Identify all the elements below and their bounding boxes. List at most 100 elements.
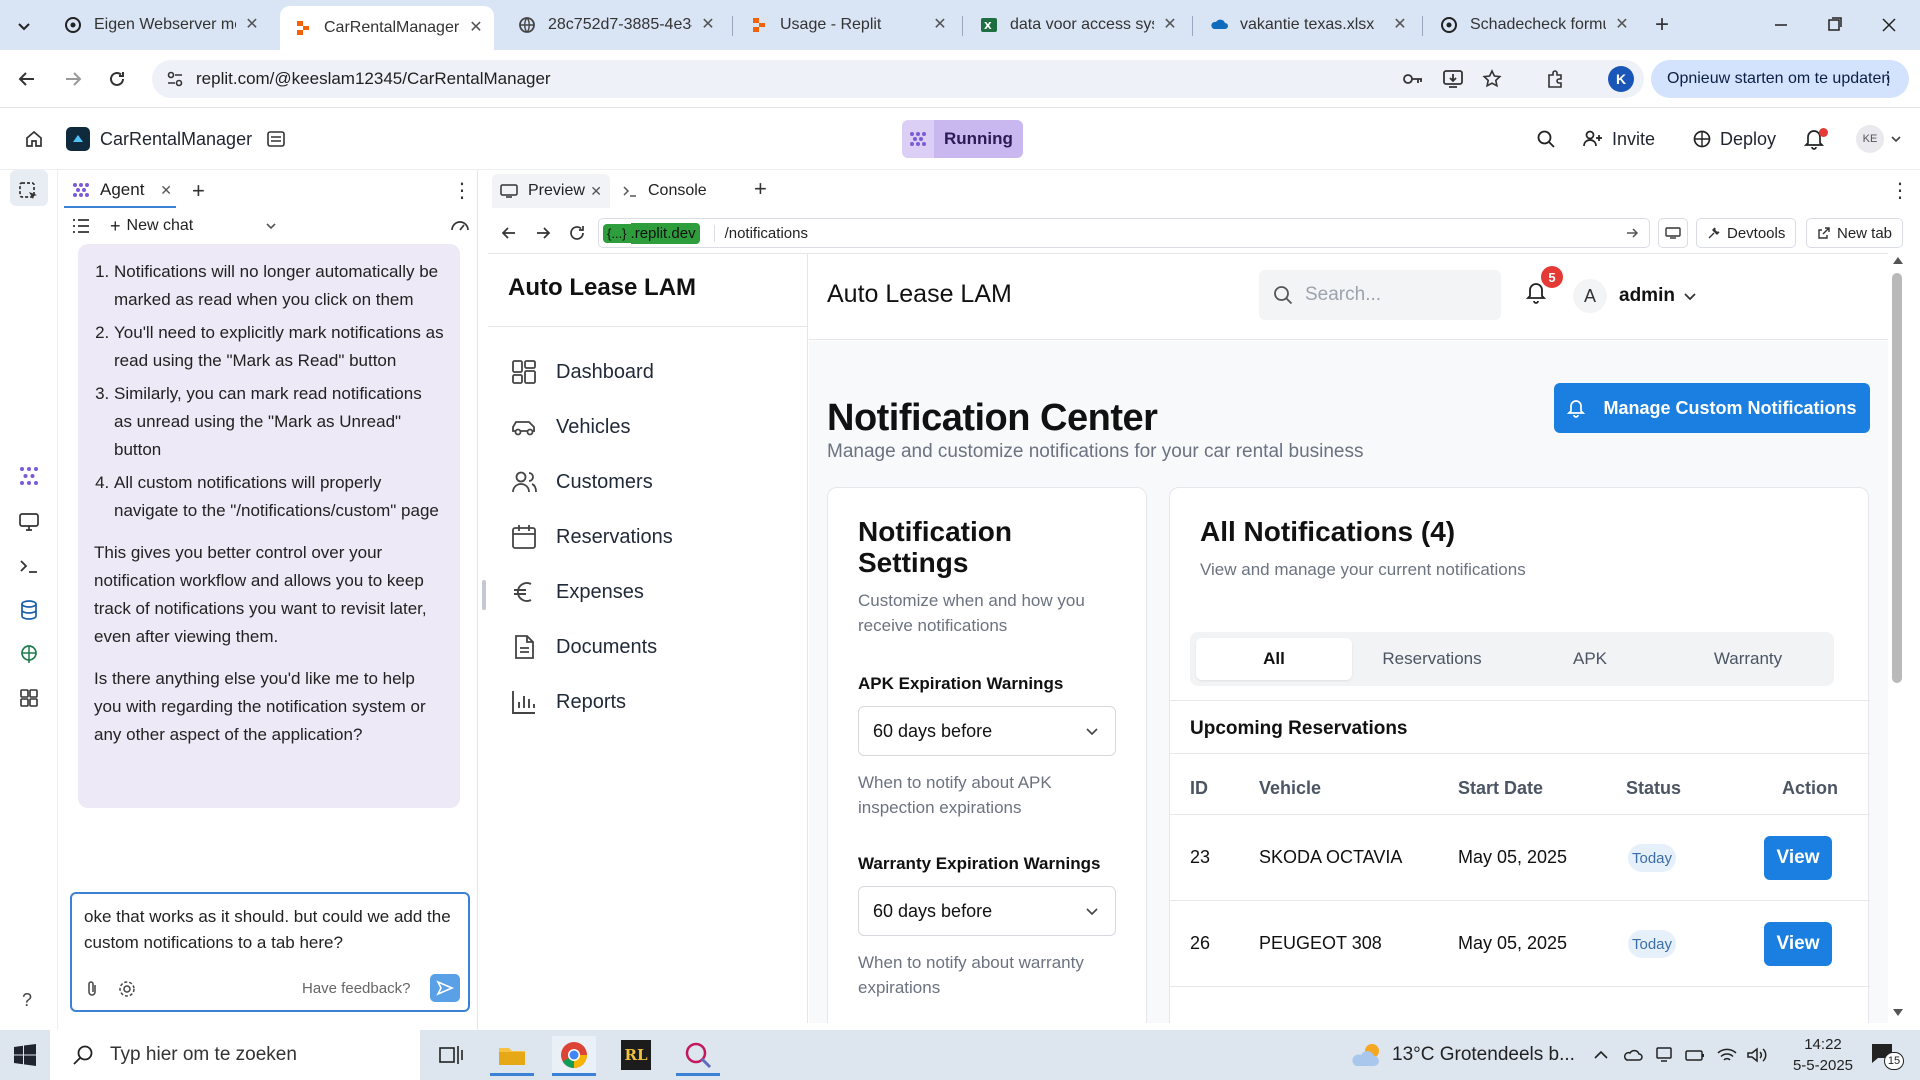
- onedrive-icon[interactable]: [1622, 1046, 1644, 1064]
- forward-button[interactable]: [56, 62, 90, 96]
- scrollbar-down-arrow[interactable]: [1893, 1009, 1903, 1016]
- site-info-icon[interactable]: [166, 70, 184, 88]
- browser-tab[interactable]: Usage - Replit ✕: [736, 6, 958, 44]
- close-icon[interactable]: ✕: [932, 17, 948, 33]
- new-tab-button[interactable]: New tab: [1806, 218, 1904, 248]
- browser-tab[interactable]: vakantie texas.xlsx ✕: [1196, 6, 1418, 44]
- weather-icon[interactable]: [1350, 1042, 1384, 1068]
- search-input[interactable]: Search...: [1259, 270, 1501, 320]
- add-tab-button[interactable]: +: [754, 176, 767, 202]
- monitor-icon[interactable]: [17, 510, 41, 534]
- close-icon[interactable]: ✕: [1392, 17, 1408, 33]
- tab-warranty[interactable]: Warranty: [1670, 638, 1826, 680]
- home-button[interactable]: [14, 120, 54, 158]
- account-menu[interactable]: KE: [1846, 120, 1912, 158]
- close-icon[interactable]: ✕: [590, 183, 602, 200]
- restart-to-update-button[interactable]: Opnieuw starten om te updaten ⋮: [1651, 60, 1909, 98]
- volume-icon[interactable]: [1746, 1046, 1768, 1064]
- close-icon[interactable]: ✕: [1162, 17, 1178, 33]
- back-button[interactable]: [10, 62, 44, 96]
- arrow-right-icon[interactable]: [1625, 226, 1639, 240]
- browser-tab[interactable]: Eigen Webserver met ✕: [50, 6, 270, 44]
- arrow-right-icon[interactable]: [534, 224, 552, 242]
- start-button[interactable]: [10, 1040, 40, 1070]
- clock[interactable]: 14:22 5-5-2025: [1786, 1034, 1860, 1076]
- url-bar[interactable]: replit.com/@keeslam12345/CarRentalManage…: [152, 60, 1644, 98]
- send-button[interactable]: [430, 974, 460, 1002]
- arrow-left-icon[interactable]: [500, 224, 518, 242]
- tab-apk[interactable]: APK: [1512, 638, 1668, 680]
- warranty-warning-select[interactable]: 60 days before: [858, 886, 1116, 936]
- battery-icon[interactable]: [1684, 1046, 1706, 1064]
- select-element-icon[interactable]: [17, 180, 41, 204]
- view-button[interactable]: View: [1764, 836, 1832, 880]
- password-key-icon[interactable]: [1402, 70, 1424, 88]
- extensions-icon[interactable]: [1545, 69, 1565, 89]
- browser-tab[interactable]: 28c752d7-3885-4e34 ✕: [504, 6, 726, 44]
- apk-warning-select[interactable]: 60 days before: [858, 706, 1116, 756]
- minimize-button[interactable]: [1766, 12, 1796, 38]
- reload-button[interactable]: [100, 62, 134, 96]
- database-icon[interactable]: [17, 598, 41, 622]
- close-icon[interactable]: ✕: [244, 17, 260, 33]
- attach-icon[interactable]: [84, 980, 100, 998]
- sidebar-item-documents[interactable]: Documents: [510, 627, 657, 667]
- sidebar-item-vehicles[interactable]: Vehicles: [510, 407, 631, 447]
- scrollbar-thumb[interactable]: [1892, 273, 1902, 683]
- close-icon[interactable]: ✕: [700, 17, 716, 33]
- taskbar-app-chrome[interactable]: [552, 1036, 596, 1076]
- devtools-button[interactable]: Devtools: [1696, 218, 1797, 248]
- chat-input[interactable]: oke that works as it should. but could w…: [70, 892, 470, 1012]
- feedback-link[interactable]: Have feedback?: [302, 976, 410, 1002]
- tab-all[interactable]: All: [1196, 638, 1352, 680]
- scrollbar-up-arrow[interactable]: [1893, 257, 1903, 264]
- user-menu[interactable]: A admin: [1573, 278, 1697, 314]
- page-scrollbar[interactable]: [1888, 253, 1906, 1023]
- panel-menu-icon[interactable]: ⋮: [452, 178, 472, 203]
- close-icon[interactable]: ✕: [468, 20, 484, 36]
- terminal-icon[interactable]: [17, 554, 41, 578]
- preview-url-bar[interactable]: {...} .replit.dev /notifications: [598, 218, 1650, 248]
- sidebar-item-customers[interactable]: Customers: [510, 462, 653, 502]
- sidebar-item-expenses[interactable]: Expenses: [510, 572, 644, 612]
- tab-console[interactable]: Console: [614, 174, 730, 208]
- taskbar-search-input[interactable]: Typ hier om te zoeken: [50, 1030, 420, 1080]
- browser-tab[interactable]: Schadecheck formuli ✕: [1426, 6, 1640, 44]
- maximize-button[interactable]: [1820, 12, 1850, 38]
- device-icon[interactable]: [1654, 1046, 1674, 1064]
- weather-text[interactable]: 13°C Grotendeels b...: [1392, 1044, 1575, 1066]
- notification-center-button[interactable]: 15: [1870, 1042, 1906, 1070]
- notifications-button[interactable]: [1794, 120, 1834, 158]
- project-menu-button[interactable]: [256, 120, 296, 158]
- sidebar-item-reservations[interactable]: Reservations: [510, 517, 673, 557]
- deploy-button[interactable]: Deploy: [1682, 120, 1786, 158]
- tab-preview[interactable]: Preview ✕: [492, 174, 610, 208]
- add-tab-button[interactable]: +: [192, 178, 205, 204]
- tab-reservations[interactable]: Reservations: [1354, 638, 1510, 680]
- new-chat-button[interactable]: + New chat: [110, 212, 277, 240]
- profile-avatar[interactable]: K: [1608, 66, 1634, 92]
- sidebar-item-dashboard[interactable]: Dashboard: [510, 352, 654, 392]
- close-icon[interactable]: ✕: [1614, 17, 1630, 33]
- browser-tab[interactable]: X data voor access syst ✕: [966, 6, 1188, 44]
- agent-tab[interactable]: Agent ✕: [64, 174, 176, 208]
- manage-custom-notifications-button[interactable]: Manage Custom Notifications: [1554, 383, 1870, 433]
- taskbar-app-rl[interactable]: RL: [614, 1036, 658, 1076]
- agent-icon[interactable]: [17, 464, 41, 488]
- new-tab-button[interactable]: +: [1648, 12, 1676, 40]
- help-icon[interactable]: ?: [22, 990, 32, 1011]
- reload-icon[interactable]: [568, 224, 586, 242]
- task-view-icon[interactable]: [438, 1042, 464, 1068]
- chat-history-icon[interactable]: [72, 218, 90, 234]
- device-toggle-button[interactable]: [1658, 218, 1688, 248]
- browser-tab-active[interactable]: CarRentalManager - ✕: [280, 6, 494, 50]
- search-button[interactable]: [1526, 120, 1566, 158]
- app-brand[interactable]: Auto Lease LAM: [508, 274, 696, 302]
- tab-search-button[interactable]: [10, 12, 38, 40]
- all-tools-icon[interactable]: [17, 686, 41, 710]
- sidebar-item-reports[interactable]: Reports: [510, 682, 626, 722]
- wifi-icon[interactable]: [1716, 1046, 1738, 1064]
- invite-button[interactable]: Invite: [1572, 120, 1665, 158]
- taskbar-app-explorer[interactable]: [490, 1036, 534, 1076]
- usage-gauge-icon[interactable]: [450, 216, 470, 234]
